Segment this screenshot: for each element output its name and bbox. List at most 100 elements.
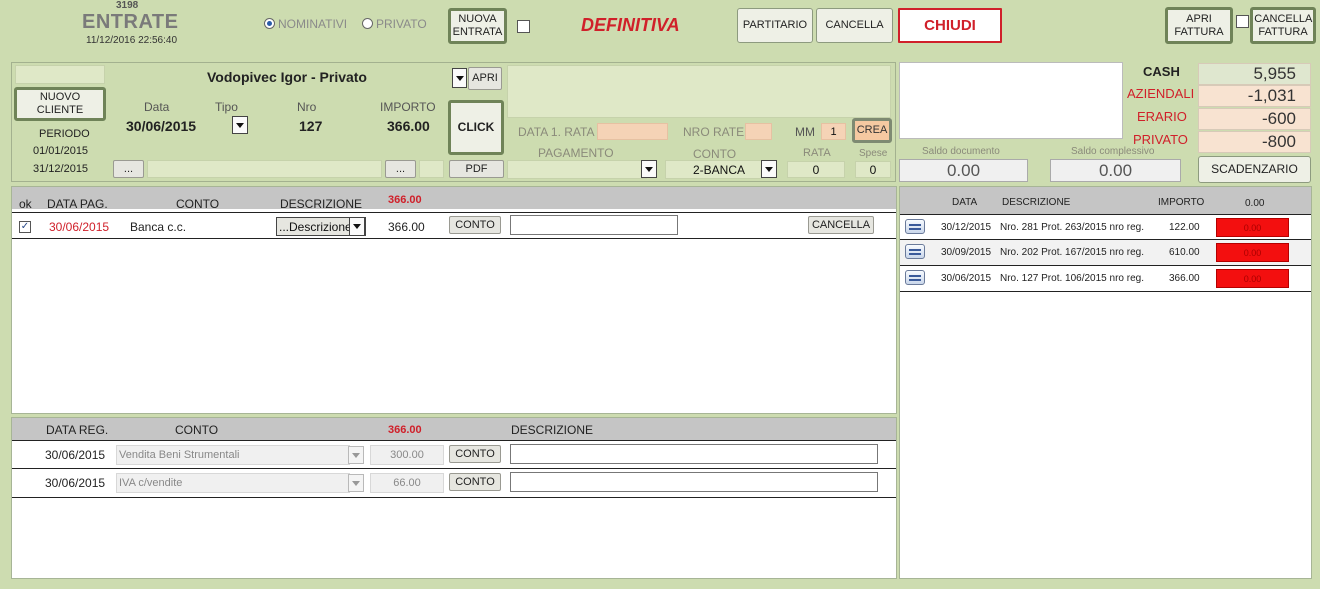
spese-field[interactable]: 0: [855, 161, 891, 178]
conto-select[interactable]: 2-BANCA: [665, 160, 762, 179]
conto-dropdown[interactable]: [761, 160, 777, 178]
ok-header: ok: [19, 197, 32, 211]
nuova-entrata-checkbox[interactable]: [517, 20, 530, 33]
periodo-from-picker-button[interactable]: ...: [113, 160, 144, 178]
row-conto-button[interactable]: CONTO: [449, 445, 501, 463]
radio-nominativi[interactable]: NOMINATIVI: [264, 17, 347, 31]
record-id: 3198: [116, 0, 139, 11]
table-row[interactable]: 30/09/2015 Nro. 202 Prot. 167/2015 nro r…: [900, 240, 1311, 266]
row-residuo: 0.00: [1216, 269, 1289, 288]
saldo-complessivo-value: 0.00: [1050, 159, 1181, 182]
data-rata-field[interactable]: [597, 123, 668, 140]
row-desc: Nro. 127 Prot. 106/2015 nro reg.: [1000, 273, 1144, 284]
chiudi-button[interactable]: CHIUDI: [898, 8, 1002, 43]
table-row[interactable]: 30/06/2015 Nro. 127 Prot. 106/2015 nro r…: [900, 266, 1311, 292]
row-descrizione-dropdown[interactable]: [349, 217, 365, 236]
row-conto-button[interactable]: CONTO: [449, 473, 501, 491]
erario-value: -600: [1198, 108, 1311, 130]
radio-privato[interactable]: PRIVATO: [362, 17, 427, 31]
schedule-importo-header: IMPORTO: [1158, 197, 1205, 208]
registrations-panel: DATA REG. CONTO 366.00 DESCRIZIONE 30/06…: [11, 417, 897, 579]
pagamento-dropdown[interactable]: [641, 160, 657, 178]
table-row[interactable]: 30/06/2015 Vendita Beni Strumentali 300.…: [12, 440, 896, 469]
row-amount: 122.00: [1169, 222, 1200, 233]
pdf-button[interactable]: PDF: [449, 160, 504, 178]
row-conto-select[interactable]: Vendita Beni Strumentali: [116, 445, 350, 465]
row-conto-button[interactable]: CONTO: [449, 216, 501, 234]
client-code-field[interactable]: [15, 65, 105, 84]
cash-value: 5,955: [1198, 63, 1311, 85]
cancella-button[interactable]: CANCELLA: [816, 8, 893, 43]
row-desc: Nro. 202 Prot. 167/2015 nro reg.: [1000, 247, 1144, 258]
row-amount: 300.00: [370, 445, 444, 465]
table-row[interactable]: 30/06/2015 IVA c/vendite 66.00 CONTO: [12, 469, 896, 498]
periodo-from: 01/01/2015: [33, 145, 89, 157]
scadenzario-button[interactable]: SCADENZARIO: [1198, 156, 1311, 183]
spese-label: Spese: [859, 148, 888, 159]
cancella-fattura-button[interactable]: CANCELLA FATTURA: [1250, 7, 1316, 44]
row-note-input[interactable]: [510, 215, 678, 235]
fattura-checkbox[interactable]: [1236, 15, 1249, 28]
row-note-input[interactable]: [510, 444, 878, 464]
saldo-complessivo-label: Saldo complessivo: [1071, 146, 1155, 157]
tipo-label: Tipo: [215, 100, 238, 114]
nuova-entrata-button[interactable]: NUOVA ENTRATA: [448, 8, 507, 44]
payments-header: ok DATA PAG. CONTO DESCRIZIONE 366.00: [12, 187, 896, 211]
periodo-label: PERIODO: [39, 128, 90, 140]
row-conto-select[interactable]: IVA c/vendite: [116, 473, 350, 493]
table-row[interactable]: ✓ 30/06/2015 Banca c.c. ...Descrizione 3…: [12, 212, 896, 239]
data-value: 30/06/2015: [126, 118, 197, 134]
row-date: 30/06/2015: [941, 273, 992, 284]
pagamento-select[interactable]: [507, 160, 647, 179]
conto-header: CONTO: [176, 197, 220, 211]
saldo-documento-value: 0.00: [899, 159, 1028, 182]
client-dropdown[interactable]: [452, 68, 467, 88]
partitario-button[interactable]: PARTITARIO: [737, 8, 813, 43]
document-icon[interactable]: [905, 244, 925, 259]
erario-label: ERARIO: [1137, 109, 1187, 124]
notes-field[interactable]: [507, 65, 891, 118]
schedule-descrizione-header: DESCRIZIONE: [1002, 197, 1071, 208]
table-row[interactable]: 30/12/2015 Nro. 281 Prot. 263/2015 nro r…: [900, 214, 1311, 240]
document-icon[interactable]: [905, 270, 925, 285]
row-desc: Nro. 281 Prot. 263/2015 nro reg.: [1000, 222, 1144, 233]
saldo-documento-label: Saldo documento: [922, 146, 1000, 157]
periodo-to-picker-button[interactable]: ...: [385, 160, 416, 178]
privato-label: PRIVATO: [1133, 132, 1188, 147]
data-pag-header: DATA PAG.: [47, 197, 108, 211]
nro-value: 127: [299, 118, 323, 134]
rata-label: RATA: [803, 147, 831, 159]
notes-box[interactable]: [899, 62, 1123, 139]
row-cancella-button[interactable]: CANCELLA: [808, 216, 874, 234]
data-label: Data: [144, 100, 170, 114]
row-conto-dropdown[interactable]: [348, 446, 364, 464]
document-icon[interactable]: [905, 219, 925, 234]
row-amount: 366.00: [388, 220, 425, 234]
row-amount: 366.00: [1169, 273, 1200, 284]
tipo-dropdown[interactable]: [232, 116, 248, 134]
periodo-extra-field[interactable]: [419, 160, 444, 178]
radio-on-icon: [264, 18, 275, 29]
payments-panel: ok DATA PAG. CONTO DESCRIZIONE 366.00 ✓ …: [11, 186, 897, 414]
apri-button[interactable]: APRI: [468, 67, 502, 90]
click-button[interactable]: CLICK: [448, 100, 504, 155]
privato-value: -800: [1198, 131, 1311, 153]
nro-rate-field[interactable]: [745, 123, 772, 140]
conto-header: CONTO: [175, 423, 219, 437]
rata-field[interactable]: 0: [787, 161, 845, 178]
crea-button[interactable]: CREA: [852, 118, 892, 143]
apri-fattura-button[interactable]: APRI FATTURA: [1165, 7, 1233, 44]
row-amount: 66.00: [370, 473, 444, 493]
mm-label: MM: [795, 125, 815, 139]
periodo-field[interactable]: [147, 160, 382, 178]
row-note-input[interactable]: [510, 472, 878, 492]
nro-label: Nro: [297, 100, 317, 114]
registrations-total: 366.00: [388, 424, 422, 436]
mm-field[interactable]: 1: [821, 123, 846, 140]
data-reg-header: DATA REG.: [46, 423, 109, 437]
row-date: 30/12/2015: [941, 222, 992, 233]
payments-total: 366.00: [388, 194, 422, 206]
nuovo-cliente-button[interactable]: NUOVO CLIENTE: [14, 87, 106, 121]
row-conto-dropdown[interactable]: [348, 474, 364, 492]
row-ok-checkbox[interactable]: ✓: [19, 221, 31, 233]
